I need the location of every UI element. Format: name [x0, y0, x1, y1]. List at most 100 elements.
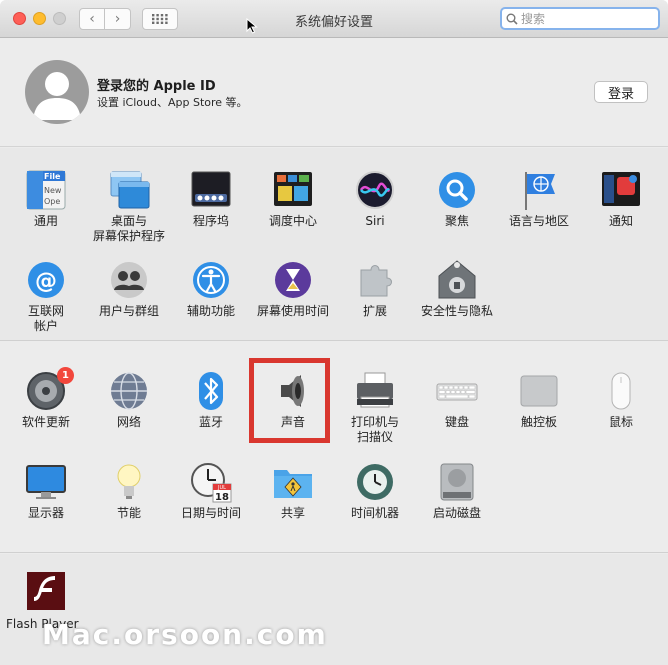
pane-energy-saver[interactable]: 节能	[88, 460, 170, 521]
pane-siri[interactable]: Siri	[334, 168, 416, 229]
user-silhouette-icon	[33, 72, 81, 120]
svg-text:@: @	[35, 269, 57, 294]
pane-general[interactable]: File New Ope 通用	[5, 168, 87, 229]
pane-label: 通用	[33, 214, 58, 228]
displays-icon	[26, 465, 66, 499]
general-icon-file: File	[44, 172, 61, 181]
internet-accounts-icon: @	[28, 262, 64, 298]
notifications-icon	[602, 172, 640, 206]
pane-label: 扩展	[362, 304, 387, 318]
pane-label: 启动磁盘	[432, 506, 481, 520]
login-button[interactable]: 登录	[594, 81, 648, 103]
search-field[interactable]: 搜索	[500, 7, 660, 30]
search-icon	[506, 13, 518, 25]
network-icon	[111, 372, 147, 410]
apple-id-title: 登录您的 Apple ID	[97, 79, 216, 94]
pane-displays[interactable]: 显示器	[5, 460, 87, 521]
pane-label: 时间机器	[350, 506, 399, 520]
pane-label: 共享	[280, 506, 305, 520]
time-machine-icon	[357, 464, 393, 500]
mission-control-icon	[274, 172, 312, 206]
pane-language-region[interactable]: 语言与地区	[498, 168, 580, 229]
pane-network[interactable]: 网络	[88, 369, 170, 430]
pane-security-privacy[interactable]: 安全性与隐私	[416, 258, 498, 319]
keyboard-icon	[436, 383, 478, 401]
pane-trackpad[interactable]: 触控板	[498, 369, 580, 430]
mouse-cursor-icon	[246, 18, 258, 34]
pane-label: 用户与群组	[98, 304, 159, 318]
siri-icon	[356, 171, 394, 209]
pane-label: 网络	[116, 415, 141, 429]
pane-label: 显示器	[27, 506, 64, 520]
pane-time-machine[interactable]: 时间机器	[334, 460, 416, 521]
printers-scanners-icon	[357, 372, 393, 408]
pane-label: 屏幕使用时间	[256, 304, 329, 318]
pane-software-update[interactable]: 1 软件更新	[5, 367, 87, 430]
pane-startup-disk[interactable]: 启动磁盘	[416, 460, 498, 521]
pane-label: 日期与时间	[180, 506, 241, 520]
pane-label: 蓝牙	[198, 415, 223, 429]
users-groups-icon	[111, 262, 147, 298]
desktop-screensaver-icon	[110, 171, 150, 209]
dock-icon	[191, 171, 231, 207]
apple-id-section: 登录您的 Apple ID 设置 iCloud、App Store 等。 登录	[0, 39, 668, 147]
general-icon-new: New	[44, 186, 62, 195]
calendar-month-label: JUL	[217, 485, 226, 491]
pane-notifications[interactable]: 通知	[580, 168, 662, 229]
search-placeholder: 搜索	[521, 12, 546, 26]
startup-disk-icon	[440, 463, 474, 501]
pane-label: 程序坞	[192, 214, 229, 228]
pane-label: 互联网 帐户	[27, 304, 64, 333]
pane-label: 桌面与 屏幕保护程序	[92, 214, 165, 243]
apple-id-subtitle: 设置 iCloud、App Store 等。	[97, 96, 248, 109]
system-preferences-window: ‹ › 系统偏好设置 搜索 登录您的 Apple ID 设置 iCloud、Ap…	[0, 0, 668, 665]
bluetooth-icon	[199, 372, 223, 410]
pane-label: 通知	[608, 214, 633, 228]
pane-label: 软件更新	[21, 415, 70, 429]
pane-label: 节能	[116, 506, 141, 520]
pane-label: 安全性与隐私	[420, 304, 493, 318]
pane-label: 触控板	[520, 415, 557, 429]
pane-date-time[interactable]: JUL 18 日期与时间	[170, 460, 252, 521]
pane-extensions[interactable]: 扩展	[334, 258, 416, 319]
pane-flash-player[interactable]	[5, 569, 87, 613]
pane-internet-accounts[interactable]: @ 互联网 帐户	[5, 258, 87, 334]
pane-label: 调度中心	[268, 214, 317, 228]
flash-player-icon	[27, 572, 65, 610]
date-time-icon: JUL 18	[191, 463, 232, 503]
pane-screen-time[interactable]: 屏幕使用时间	[252, 258, 334, 319]
pane-label: 键盘	[444, 415, 469, 429]
pane-label: 打印机与 扫描仪	[350, 415, 399, 444]
watermark: Mac.orsoon.com	[42, 618, 328, 651]
pane-spotlight[interactable]: 聚焦	[416, 168, 498, 229]
general-icon-open: Ope	[44, 197, 60, 206]
sharing-icon	[274, 470, 312, 498]
pane-label: Siri	[365, 214, 385, 228]
pane-label: 聚焦	[444, 214, 469, 228]
pane-label: 辅助功能	[186, 304, 235, 318]
pane-keyboard[interactable]: 键盘	[416, 369, 498, 430]
accessibility-icon	[193, 262, 229, 298]
security-privacy-icon	[438, 260, 476, 299]
pane-desktop-screensaver[interactable]: 桌面与 屏幕保护程序	[88, 168, 170, 244]
pane-bluetooth[interactable]: 蓝牙	[170, 369, 252, 430]
pane-printers-scanners[interactable]: 打印机与 扫描仪	[334, 369, 416, 445]
sound-highlight-box	[249, 358, 330, 443]
language-region-icon	[525, 172, 555, 210]
title-bar: ‹ › 系统偏好设置 搜索	[0, 0, 668, 38]
calendar-day-label: 18	[215, 492, 229, 503]
pane-mission-control[interactable]: 调度中心	[252, 168, 334, 229]
spotlight-icon	[439, 172, 475, 208]
pane-dock[interactable]: 程序坞	[170, 168, 252, 229]
pane-sharing[interactable]: 共享	[252, 460, 334, 521]
pane-users-groups[interactable]: 用户与群组	[88, 258, 170, 319]
energy-saver-icon	[117, 464, 141, 499]
pane-mouse[interactable]: 鼠标	[580, 369, 662, 430]
pane-label: 语言与地区	[508, 214, 569, 228]
avatar[interactable]	[25, 60, 89, 124]
pane-accessibility[interactable]: 辅助功能	[170, 258, 252, 319]
screen-time-icon	[275, 262, 311, 298]
pane-label: 鼠标	[608, 415, 633, 429]
general-icon: File New Ope	[26, 170, 66, 210]
update-count-badge: 1	[57, 367, 74, 384]
